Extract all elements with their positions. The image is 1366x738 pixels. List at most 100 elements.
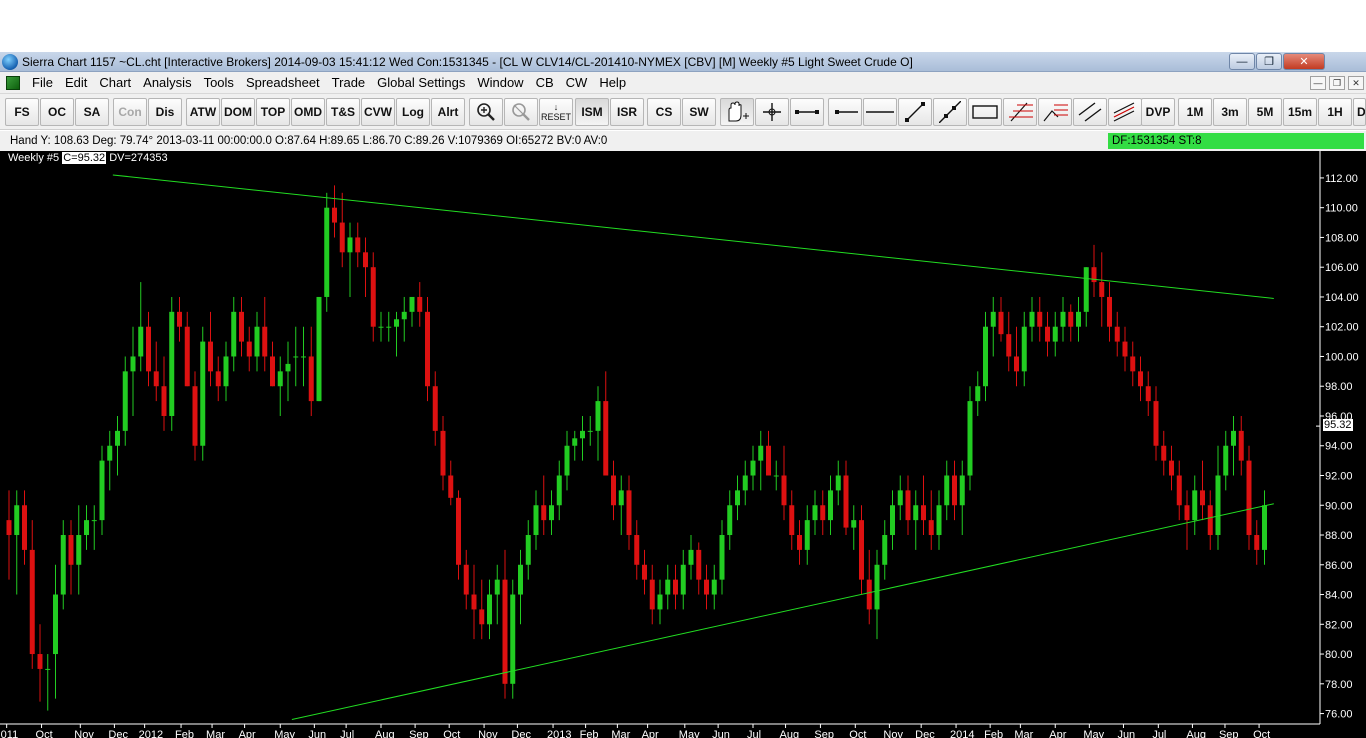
menu-trade[interactable]: Trade: [326, 75, 371, 90]
price-chart[interactable]: 76.00 78.00 80.00 82.00 84.00 86.00 88.00 90.00…: [0, 151, 1366, 738]
maximize-icon: ❐: [1264, 56, 1274, 68]
candle-body: [595, 401, 601, 431]
menu-edit[interactable]: Edit: [59, 75, 93, 90]
y-tick-label: 100.00: [1325, 351, 1359, 363]
top-button[interactable]: TOP: [256, 98, 290, 126]
parallel-lines-tool-button[interactable]: [1073, 98, 1107, 126]
time-and-sales-button[interactable]: T&S: [326, 98, 360, 126]
window-minimize-button[interactable]: —: [1229, 53, 1255, 70]
candle-body: [1231, 430, 1236, 446]
candle-body: [789, 505, 795, 536]
candle-body: [138, 326, 144, 357]
candle-body: [1153, 401, 1159, 446]
ism-button[interactable]: ISM: [575, 98, 609, 126]
oc-button[interactable]: OC: [40, 98, 74, 126]
candle-body: [859, 520, 864, 580]
close-icon: ✕: [1352, 77, 1360, 88]
candle-body: [401, 311, 407, 320]
dvp-button[interactable]: DVP: [1141, 98, 1175, 126]
candle-body: [1254, 535, 1260, 550]
regression-icon: [1113, 102, 1135, 122]
y-tick-label: 76.00: [1325, 709, 1353, 721]
menu-window[interactable]: Window: [471, 75, 529, 90]
zoom-out-button[interactable]: [504, 98, 538, 126]
3-minute-button[interactable]: 3m: [1213, 98, 1247, 126]
candle-body: [665, 579, 671, 595]
menu-tools[interactable]: Tools: [198, 75, 240, 90]
dis-button[interactable]: Dis: [148, 98, 182, 126]
candle-body: [161, 386, 167, 416]
cvw-button[interactable]: CVW: [361, 98, 395, 126]
horizontal-line-tool-button[interactable]: [863, 98, 897, 126]
menu-chart[interactable]: Chart: [93, 75, 137, 90]
ruler-tool-button[interactable]: [790, 98, 824, 126]
candle-body: [1176, 475, 1182, 506]
fs-button[interactable]: FS: [5, 98, 39, 126]
line-tool-button[interactable]: [898, 98, 932, 126]
menu-help[interactable]: Help: [593, 75, 632, 90]
daily-button[interactable]: D: [1353, 98, 1366, 126]
candle-body: [1262, 505, 1267, 550]
candle-body: [990, 311, 996, 327]
window-title: Sierra Chart 1157 ~CL.cht [Interactive B…: [22, 54, 913, 69]
menu-cw[interactable]: CW: [560, 75, 594, 90]
crosshair-tool-button[interactable]: [755, 98, 789, 126]
con-button[interactable]: Con: [113, 98, 147, 126]
menu-spreadsheet[interactable]: Spreadsheet: [240, 75, 326, 90]
reset-button[interactable]: ↓ RESET: [539, 98, 573, 126]
1-hour-button[interactable]: 1H: [1318, 98, 1352, 126]
menu-global-settings[interactable]: Global Settings: [371, 75, 471, 90]
regression-channel-tool-button[interactable]: [1108, 98, 1142, 126]
candle-body: [115, 430, 120, 446]
ray-tool-button[interactable]: [828, 98, 862, 126]
candle-body: [84, 520, 89, 536]
extended-line-tool-button[interactable]: [933, 98, 967, 126]
sierra-chart-app-icon[interactable]: [2, 53, 18, 70]
hand-tool-button[interactable]: [720, 98, 754, 126]
mdi-minimize-button[interactable]: —: [1310, 76, 1326, 90]
mdi-restore-button[interactable]: ❐: [1329, 76, 1345, 90]
candle-body: [347, 237, 353, 253]
chart-document-icon[interactable]: [6, 75, 20, 90]
atw-button[interactable]: ATW: [186, 98, 220, 126]
candle-body: [1169, 460, 1174, 476]
data-feed-badge: DF:1531354 ST:8: [1108, 133, 1364, 149]
sw-button[interactable]: SW: [682, 98, 716, 126]
candle-body: [1052, 326, 1058, 342]
menu-cb[interactable]: CB: [530, 75, 560, 90]
y-tick-label: 112.00: [1325, 173, 1358, 185]
window-close-button[interactable]: ✕: [1283, 53, 1325, 70]
menu-analysis[interactable]: Analysis: [137, 75, 197, 90]
candle-body: [1145, 386, 1151, 402]
candle-body: [719, 535, 725, 580]
fibonacci-extension-tool-button[interactable]: [1038, 98, 1072, 126]
candle-body: [812, 505, 818, 521]
x-tick-label: 2012: [139, 729, 163, 738]
y-tick-label: 110.00: [1325, 203, 1358, 215]
zoom-in-button[interactable]: [469, 98, 503, 126]
title-bar: Sierra Chart 1157 ~CL.cht [Interactive B…: [0, 52, 1366, 72]
x-tick-label: Mar: [1014, 729, 1033, 738]
log-button[interactable]: Log: [396, 98, 430, 126]
5-minute-button[interactable]: 5M: [1248, 98, 1282, 126]
rectangle-tool-button[interactable]: [968, 98, 1002, 126]
candle-body: [68, 535, 74, 565]
fibonacci-retracement-tool-button[interactable]: [1003, 98, 1037, 126]
1-month-button[interactable]: 1M: [1178, 98, 1212, 126]
dom-button[interactable]: DOM: [221, 98, 255, 126]
cs-button[interactable]: CS: [647, 98, 681, 126]
close-icon: ✕: [1299, 56, 1309, 68]
chart-region[interactable]: 76.00 78.00 80.00 82.00 84.00 86.00 88.00 90.00…: [0, 151, 1366, 738]
y-tick-label: 78.00: [1325, 679, 1353, 691]
alert-button[interactable]: Alrt: [431, 98, 465, 126]
menu-file[interactable]: File: [26, 75, 59, 90]
candle-body: [657, 594, 663, 610]
restore-icon: ❐: [1332, 77, 1342, 88]
window-maximize-button[interactable]: ❐: [1256, 53, 1282, 70]
15-minute-button[interactable]: 15m: [1283, 98, 1317, 126]
sa-button[interactable]: SA: [75, 98, 109, 126]
mdi-close-button[interactable]: ✕: [1348, 76, 1364, 90]
omd-button[interactable]: OMD: [291, 98, 325, 126]
candle-body: [440, 430, 446, 476]
isr-button[interactable]: ISR: [610, 98, 644, 126]
